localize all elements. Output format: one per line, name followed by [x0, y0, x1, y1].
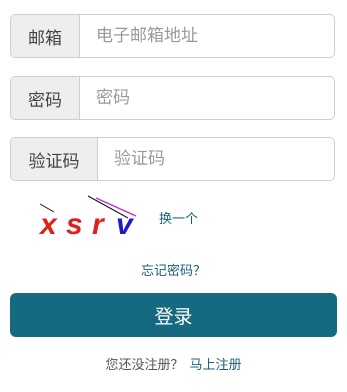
captcha-char: r — [92, 208, 106, 241]
captcha-label: 验证码 — [11, 138, 98, 180]
captcha-field-group: 验证码 — [10, 137, 335, 181]
register-row: 您还没注册？ 马上注册 — [0, 354, 347, 373]
register-prompt: 您还没注册？ — [105, 358, 184, 373]
captcha-char: v — [116, 208, 135, 241]
captcha-input[interactable] — [98, 138, 334, 180]
email-field-group: 邮箱 — [10, 14, 335, 58]
captcha-char: x — [38, 208, 58, 241]
login-button[interactable]: 登录 — [10, 293, 337, 337]
captcha-char: s — [66, 208, 83, 241]
password-input[interactable] — [80, 77, 334, 119]
refresh-captcha-link[interactable]: 换一个 — [159, 208, 198, 227]
register-link[interactable]: 马上注册 — [190, 358, 242, 373]
email-input[interactable] — [80, 15, 334, 57]
email-label: 邮箱 — [11, 15, 80, 57]
password-label: 密码 — [11, 77, 80, 119]
password-field-group: 密码 — [10, 76, 335, 120]
captcha-image[interactable]: x s r v — [36, 194, 146, 244]
forgot-password-link[interactable]: 忘记密码？ — [0, 260, 347, 279]
